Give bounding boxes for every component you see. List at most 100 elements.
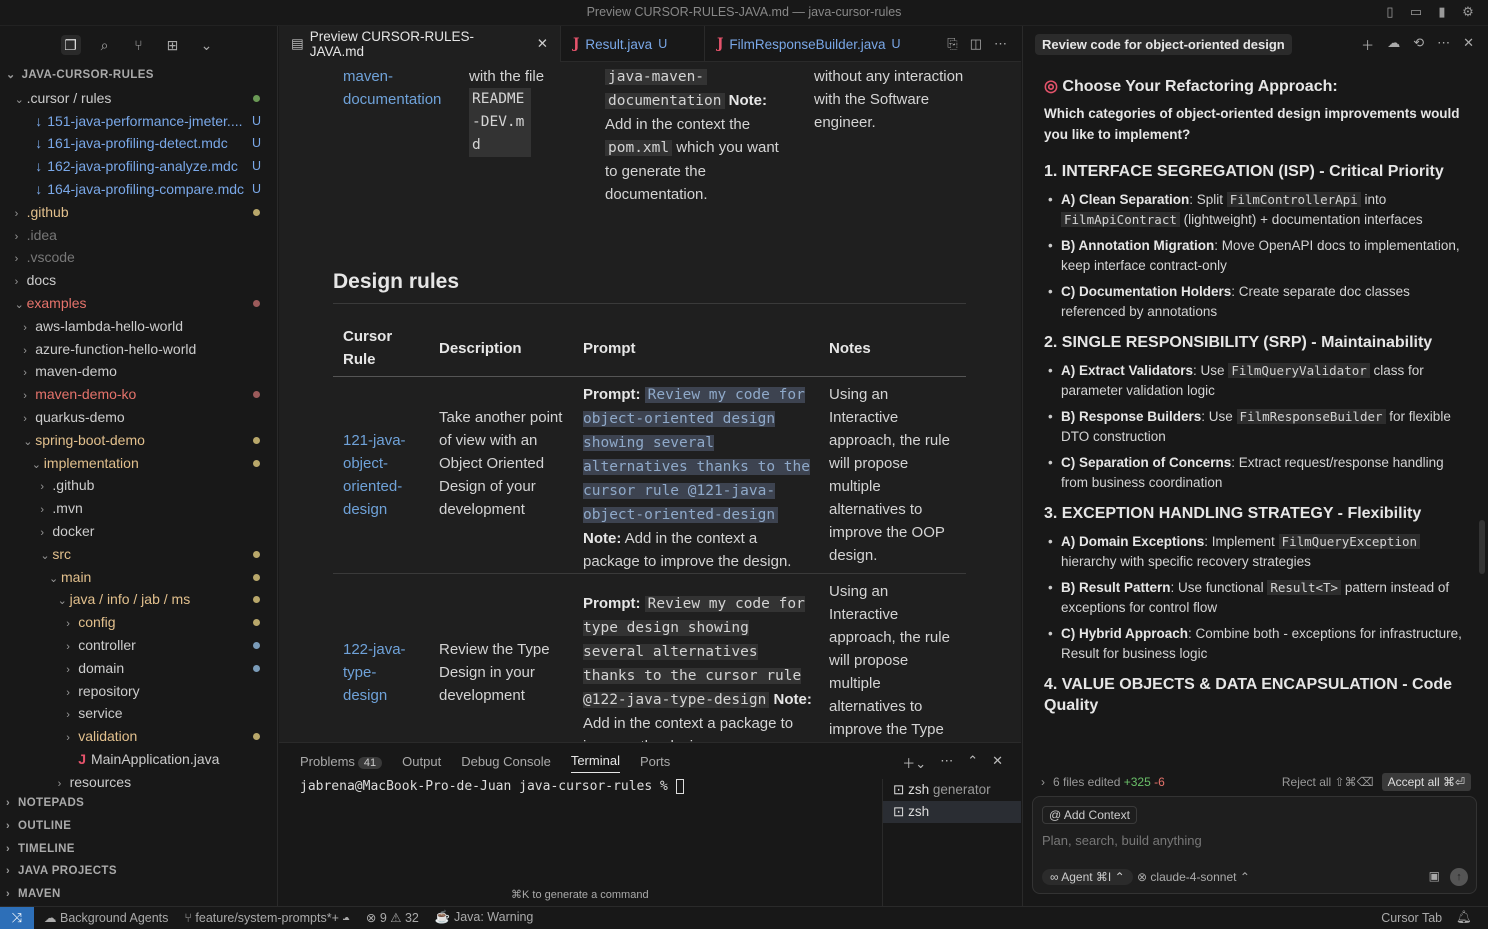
tab-debug-console[interactable]: Debug Console	[461, 754, 551, 769]
explorer-files-icon[interactable]: ❐	[60, 35, 81, 55]
new-chat-icon[interactable]: ＋	[1361, 35, 1374, 54]
chat-input-box[interactable]: @ Add Context Plan, search, build anythi…	[1032, 796, 1477, 894]
tree-item[interactable]: › controller	[0, 634, 277, 657]
bell-icon[interactable]: 🔔︎	[1456, 910, 1472, 925]
search-icon[interactable]: ⌕	[95, 35, 115, 55]
tree-item[interactable]: › docker	[0, 520, 277, 543]
source-control-icon[interactable]: ⑂	[129, 35, 149, 55]
tree-item[interactable]: › repository	[0, 680, 277, 703]
tab-terminal[interactable]: Terminal	[570, 753, 620, 773]
chat-input-placeholder[interactable]: Plan, search, build anything	[1042, 833, 1202, 848]
section-header[interactable]: › MAVEN	[0, 883, 278, 906]
tree-item[interactable]: › quarkus-demo	[0, 406, 277, 429]
cloud-icon[interactable]: ☁	[1387, 35, 1400, 54]
close-icon[interactable]: ✕	[1463, 35, 1474, 54]
tab-ports[interactable]: Ports	[640, 754, 670, 769]
chevron-right-icon[interactable]: ›	[1041, 775, 1045, 789]
tab-problems[interactable]: Problems 41	[300, 754, 383, 769]
more-actions-icon[interactable]: ⋯	[994, 36, 1007, 52]
tree-item[interactable]: ⌄ spring-boot-demo	[0, 429, 277, 452]
tree-item[interactable]: ↓ 162-java-profiling-analyze.mdc U	[0, 155, 277, 178]
tree-item[interactable]: › .mvn	[0, 497, 277, 520]
add-context-button[interactable]: @ Add Context	[1042, 806, 1137, 824]
close-icon[interactable]: ✕	[537, 36, 548, 52]
tree-item[interactable]: ⌄ examples	[0, 292, 277, 315]
tree-item[interactable]: J MainApplication.java	[0, 748, 277, 771]
tree-item[interactable]: › docs	[0, 269, 277, 292]
more-actions-icon[interactable]: ⋯	[1437, 35, 1450, 54]
section-header[interactable]: › OUTLINE	[0, 815, 278, 838]
toggle-secondary-sidebar-icon[interactable]: ▮	[1434, 4, 1450, 20]
section-header[interactable]: › JAVA PROJECTS	[0, 860, 278, 883]
maximize-panel-icon[interactable]: ⌃	[967, 753, 978, 772]
tab-output[interactable]: Output	[402, 754, 441, 769]
table-cell-rule[interactable]: maven-documentation	[343, 65, 453, 111]
rule-link-121[interactable]: 121-java-object-oriented-design	[343, 429, 423, 521]
tree-item[interactable]: › maven-demo	[0, 360, 277, 383]
tree-item[interactable]: › aws-lambda-hello-world	[0, 315, 277, 338]
reject-all-button[interactable]: Reject all ⇧⌘⌫	[1282, 775, 1374, 789]
tree-item[interactable]: › validation	[0, 725, 277, 748]
more-actions-icon[interactable]: ⋯	[940, 753, 953, 772]
tree-item[interactable]: ↓ 164-java-profiling-compare.mdc U	[0, 178, 277, 201]
section-header[interactable]: › NOTEPADS	[0, 792, 278, 815]
terminal-output[interactable]: jabrena@MacBook-Pro-de-Juan java-cursor-…	[300, 779, 684, 794]
tree-item[interactable]: ⌄ src	[0, 543, 277, 566]
tree-item[interactable]: › .github	[0, 201, 277, 224]
option-text: into	[1360, 192, 1387, 207]
tree-item[interactable]: ⌄ .cursor / rules	[0, 87, 277, 110]
terminal-item[interactable]: ⊡ zsh generator	[883, 779, 1021, 801]
tree-item[interactable]: › domain	[0, 657, 277, 680]
explorer-root[interactable]: ⌄ JAVA-CURSOR-RULES	[0, 64, 277, 87]
section-header[interactable]: › TIMELINE	[0, 838, 278, 861]
extensions-icon[interactable]: ⊞	[163, 35, 183, 55]
tree-item[interactable]: ↓ 161-java-profiling-detect.mdc U	[0, 132, 277, 155]
model-select[interactable]: ⊗ claude-4-sonnet ⌃	[1137, 870, 1250, 884]
tab-filmresponsebuilder-java[interactable]: J FilmResponseBuilder.java U	[705, 26, 927, 62]
tree-item[interactable]: › resources	[0, 771, 277, 794]
problems-status[interactable]: ⊗ 9 ⚠ 32	[366, 910, 419, 925]
terminal-item[interactable]: ⊡ zsh	[883, 801, 1021, 823]
send-button[interactable]: ↑	[1450, 868, 1468, 886]
tab-preview-cursor-rules[interactable]: ▤ Preview CURSOR-RULES-JAVA.md ✕	[279, 26, 561, 62]
chevron-down-icon: ⌄	[57, 595, 67, 608]
tree-item[interactable]: ⌄ main	[0, 566, 277, 589]
git-branch[interactable]: ⑂ feature/system-prompts*+ ☁	[184, 911, 349, 925]
remote-icon[interactable]: ⤨	[0, 906, 34, 929]
chat-scrollbar[interactable]	[1479, 520, 1485, 574]
tree-item-label: aws-lambda-hello-world	[35, 317, 184, 334]
settings-gear-icon[interactable]: ⚙	[1460, 4, 1476, 20]
tree-item[interactable]: › maven-demo-ko	[0, 383, 277, 406]
chat-title[interactable]: Review code for object-oriented design	[1035, 33, 1292, 55]
accept-all-button[interactable]: Accept all ⌘⏎	[1381, 773, 1471, 791]
tab-result-java[interactable]: J Result.java U	[561, 26, 705, 62]
row-prompt: Prompt: Review my code for object-orient…	[583, 383, 813, 573]
new-terminal-icon[interactable]: ＋⌄	[902, 753, 926, 772]
tree-item[interactable]: › service	[0, 702, 277, 725]
agent-mode-select[interactable]: ∞ Agent ⌘I ⌃	[1042, 869, 1133, 885]
tree-item[interactable]: ↓ 151-java-performance-jmeter.... U	[0, 110, 277, 133]
close-panel-icon[interactable]: ✕	[992, 753, 1003, 772]
rule-link-122[interactable]: 122-java-type-design	[343, 638, 413, 707]
edits-summary: › 6 files edited +325 -6 Reject all ⇧⌘⌫ …	[1035, 770, 1477, 794]
chevron-down-icon: ⌄	[31, 458, 42, 471]
open-source-icon[interactable]: ⎘	[947, 36, 957, 52]
tree-item[interactable]: ⌄ java / info / jab / ms	[0, 588, 277, 611]
toggle-panel-icon[interactable]: ▭	[1408, 4, 1424, 20]
toggle-sidebar-icon[interactable]: ▯	[1382, 4, 1398, 20]
split-editor-icon[interactable]: ◫	[970, 36, 982, 52]
chevron-right-icon: ›	[66, 686, 70, 699]
tree-item[interactable]: › .vscode	[0, 246, 277, 269]
tree-item[interactable]: › .github	[0, 474, 277, 497]
tree-item[interactable]: ⌄ implementation	[0, 452, 277, 475]
table-cell-description: with the file README-DEV.md	[469, 65, 589, 157]
cursor-tab-status[interactable]: Cursor Tab	[1381, 911, 1442, 925]
chevron-down-icon[interactable]: ⌄	[197, 35, 217, 55]
image-attach-icon[interactable]: ▣	[1429, 869, 1440, 883]
tree-item[interactable]: › .idea	[0, 224, 277, 247]
java-status[interactable]: ☕ Java: Warning	[435, 910, 534, 925]
tree-item[interactable]: › azure-function-hello-world	[0, 338, 277, 361]
tree-item[interactable]: › config	[0, 611, 277, 634]
background-agents[interactable]: ☁ Background Agents	[44, 910, 168, 925]
history-icon[interactable]: ⟲	[1413, 35, 1424, 54]
